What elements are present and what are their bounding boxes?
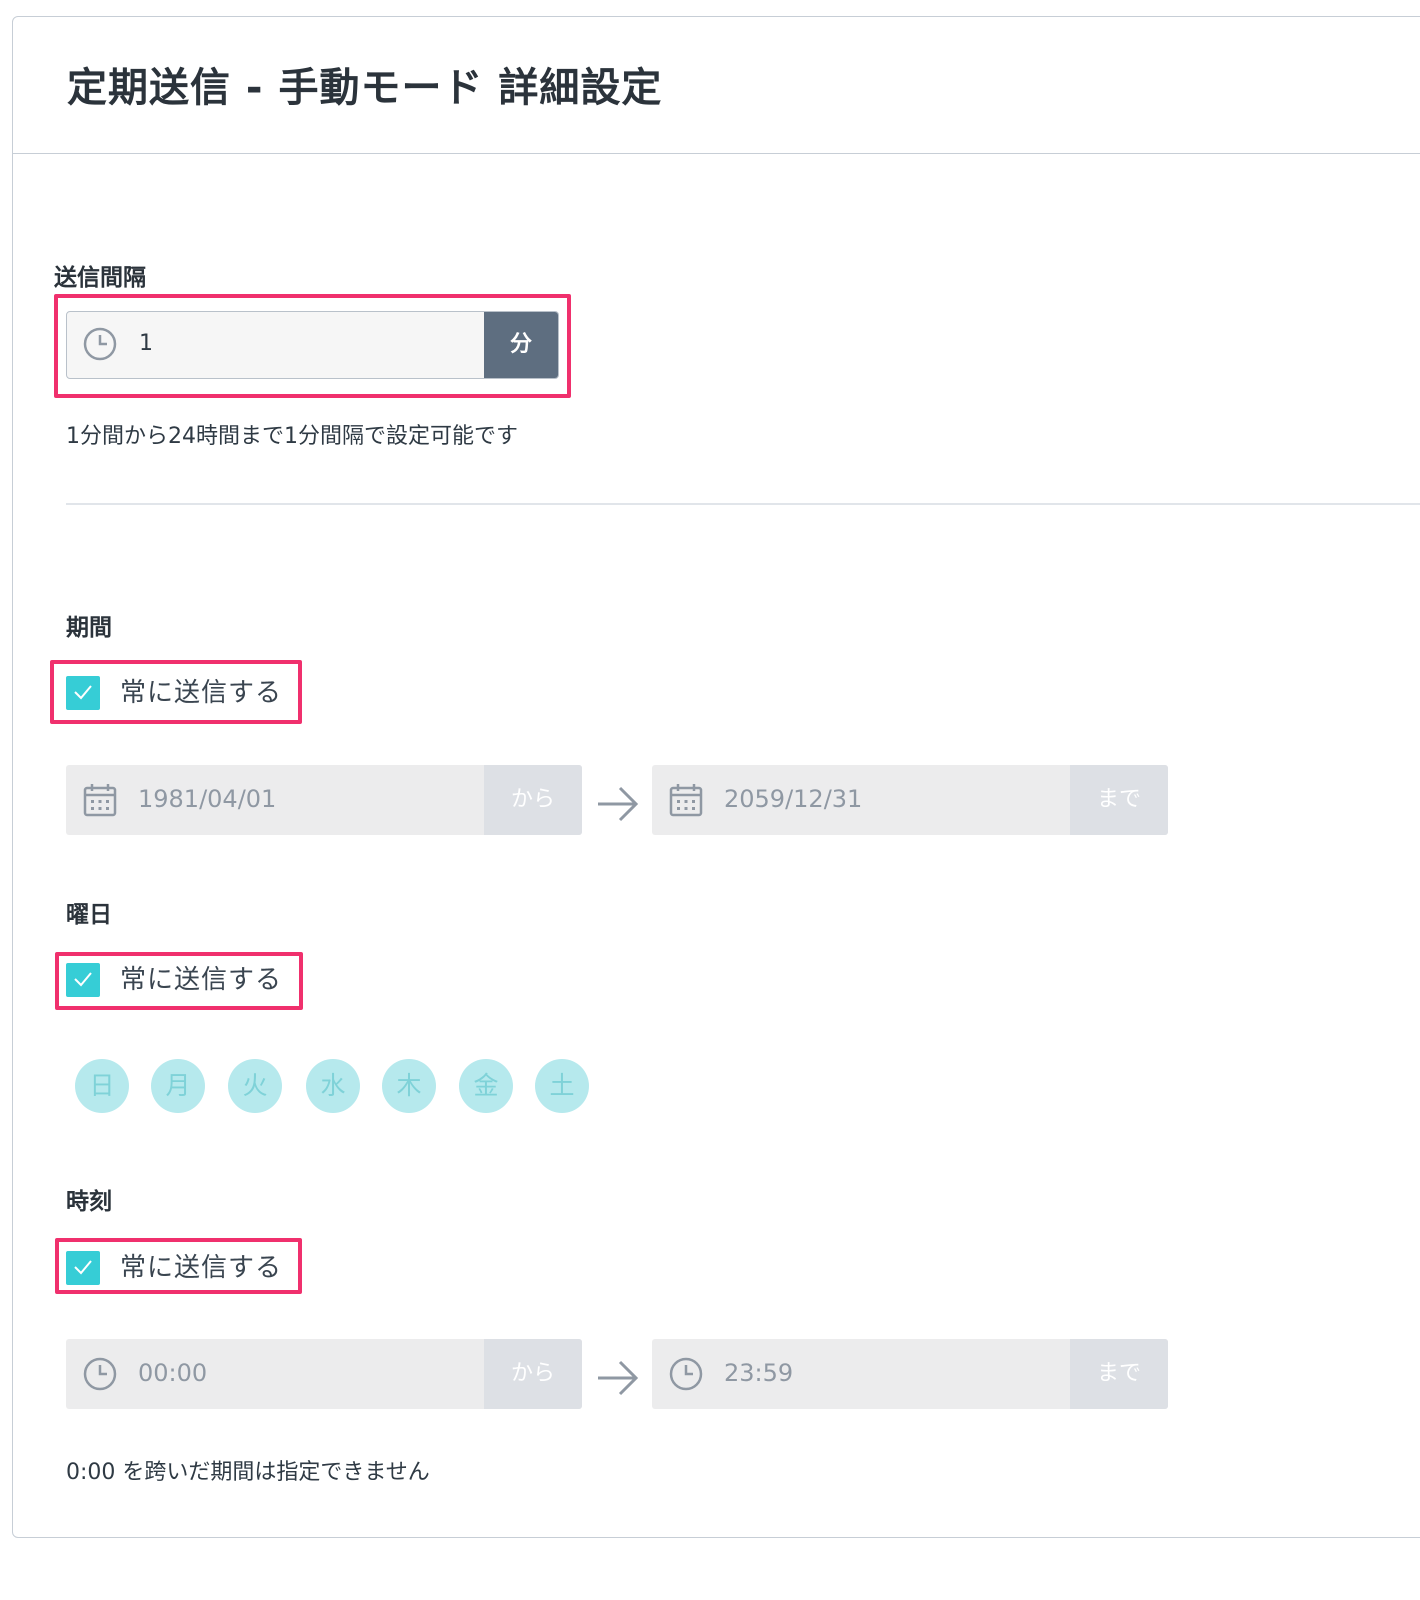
interval-unit-button[interactable]: 分: [484, 312, 558, 378]
time-hint: 0:00 を跨いだ期間は指定できません: [66, 1460, 430, 1485]
clock-icon: [669, 1357, 703, 1391]
interval-hint: 1分間から24時間まで1分間隔で設定可能です: [66, 424, 518, 449]
period-end-suffix: まで: [1070, 765, 1168, 835]
time-start-suffix: から: [484, 1339, 582, 1409]
section-divider: [66, 503, 1420, 505]
checkmark-icon: [74, 1260, 92, 1275]
period-start-date-field[interactable]: 1981/04/01 から: [66, 765, 582, 835]
time-end-suffix: まで: [1070, 1339, 1168, 1409]
day-button-sun[interactable]: 日: [75, 1059, 129, 1113]
interval-label: 送信間隔: [54, 265, 146, 291]
interval-value[interactable]: 1: [139, 331, 153, 356]
period-end-date-field[interactable]: 2059/12/31 まで: [652, 765, 1168, 835]
time-end-field[interactable]: 23:59 まで: [652, 1339, 1168, 1409]
time-always-checkbox[interactable]: [66, 1251, 100, 1285]
interval-input[interactable]: 1 分: [66, 311, 559, 379]
day-button-mon[interactable]: 月: [151, 1059, 205, 1113]
arrow-right-icon: [598, 1360, 639, 1396]
card-header: 定期送信 - 手動モード 詳細設定: [13, 17, 1420, 154]
calendar-icon: [669, 784, 703, 817]
page-title: 定期送信 - 手動モード 詳細設定: [67, 65, 663, 111]
checkmark-icon: [74, 972, 92, 987]
weekday-always-label: 常に送信する: [120, 965, 283, 995]
period-always-checkbox[interactable]: [66, 676, 100, 710]
day-button-thu[interactable]: 木: [382, 1059, 436, 1113]
period-start-date-value[interactable]: 1981/04/01: [138, 785, 276, 813]
checkmark-icon: [74, 685, 92, 700]
period-start-suffix: から: [484, 765, 582, 835]
clock-icon: [83, 327, 117, 361]
period-always-label: 常に送信する: [120, 678, 283, 708]
clock-icon: [83, 1357, 117, 1391]
day-button-wed[interactable]: 水: [306, 1059, 360, 1113]
time-label: 時刻: [66, 1189, 112, 1215]
day-button-fri[interactable]: 金: [459, 1059, 513, 1113]
arrow-right-icon: [598, 786, 639, 822]
period-label: 期間: [66, 615, 112, 641]
time-start-field[interactable]: 00:00 から: [66, 1339, 582, 1409]
day-button-tue[interactable]: 火: [228, 1059, 282, 1113]
calendar-icon: [83, 784, 117, 817]
time-always-label: 常に送信する: [120, 1253, 283, 1283]
weekday-label: 曜日: [66, 902, 112, 928]
period-end-date-value[interactable]: 2059/12/31: [724, 785, 862, 813]
day-button-sat[interactable]: 土: [535, 1059, 589, 1113]
time-end-value[interactable]: 23:59: [724, 1359, 793, 1387]
weekday-always-checkbox[interactable]: [66, 963, 100, 997]
time-start-value[interactable]: 00:00: [138, 1359, 207, 1387]
